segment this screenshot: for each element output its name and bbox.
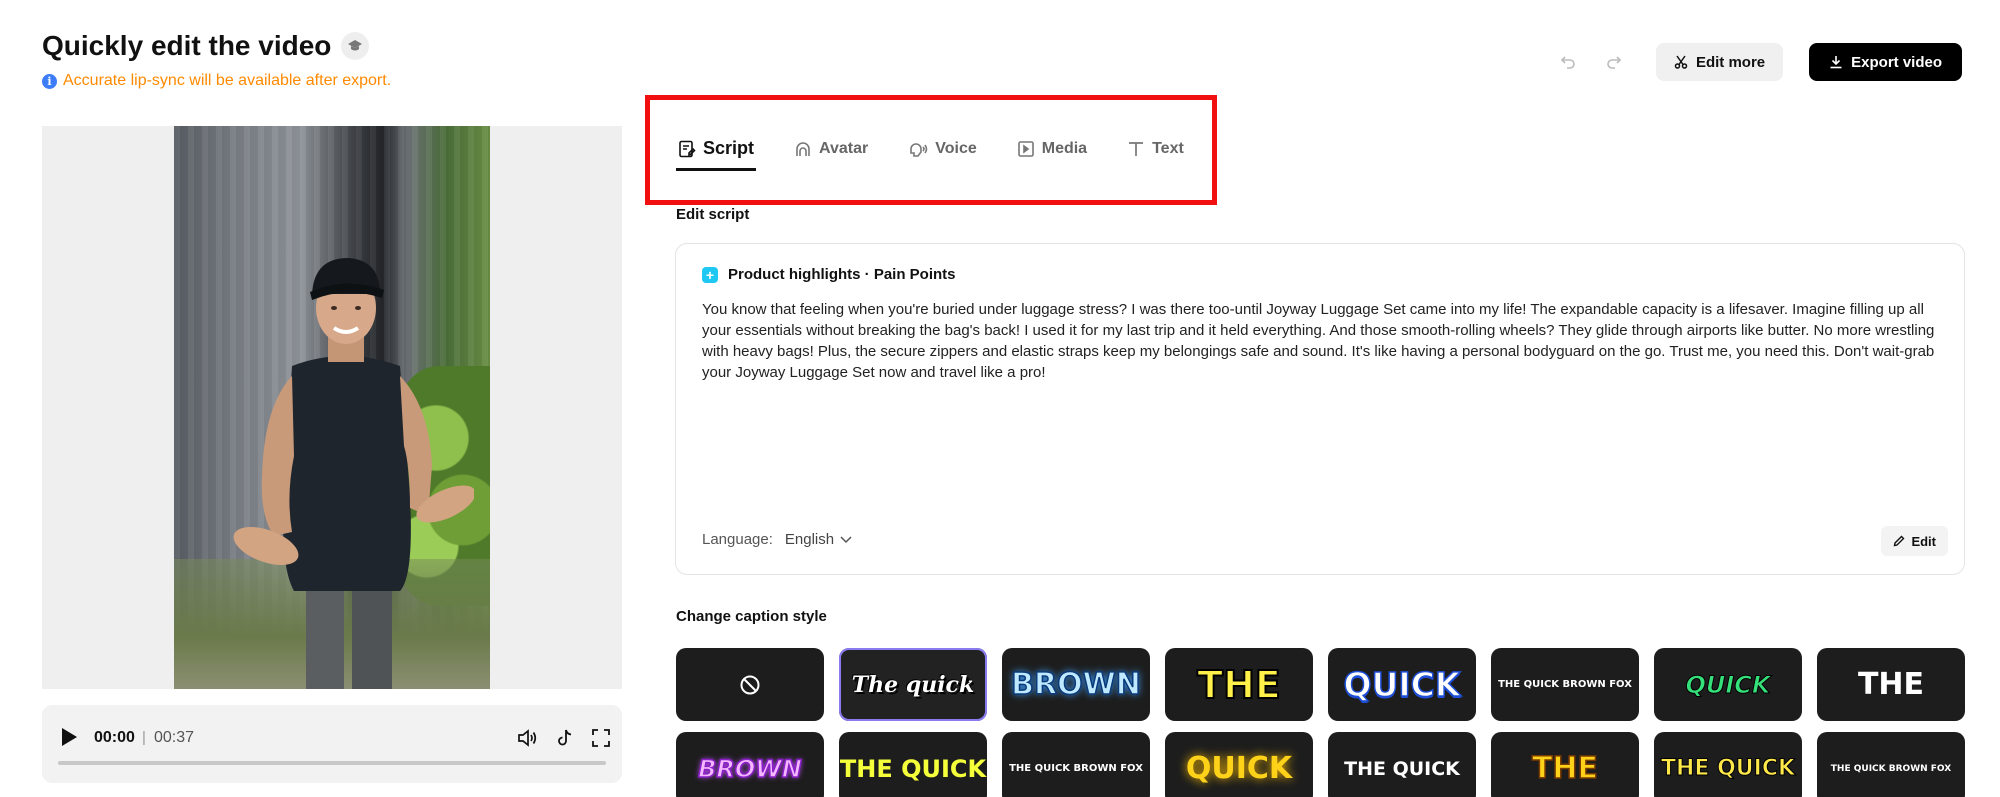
caption-sample: THE QUICK [1660,756,1796,782]
caption-sample: THE [1857,667,1925,702]
tutorial-hat-icon[interactable] [341,32,370,60]
caption-style-4[interactable]: QUICK [1328,648,1476,721]
text-icon [1129,141,1144,156]
tab-label: Avatar [819,139,869,157]
tab-media[interactable]: Media [1015,130,1089,171]
redo-icon[interactable] [1596,44,1632,80]
download-icon [1830,56,1842,69]
tab-avatar[interactable]: Avatar [792,130,870,171]
caption-style-grid: The quick BROWN THE QUICK THE QUICK BROW… [676,648,1966,797]
video-player-controls: 00:00 | 00:37 [42,705,622,783]
edit-more-button[interactable]: Edit more [1655,43,1784,81]
video-frame[interactable] [174,126,490,689]
caption-style-2[interactable]: BROWN [1002,648,1150,721]
play-icon[interactable] [60,727,80,749]
editor-tabs: Script Avatar Voice Media Text [676,130,1222,171]
caption-style-11[interactable]: QUICK [1165,732,1313,797]
edit-script-heading: Edit script [676,206,750,223]
script-icon [679,140,696,157]
media-icon [1017,140,1034,157]
caption-sample: QUICK [1185,751,1293,786]
caption-sample: BROWN [1010,666,1141,703]
caption-style-10[interactable]: THE QUICK BROWN FOX [1002,732,1150,797]
caption-style-3[interactable]: THE [1165,648,1313,721]
tab-label: Script [703,138,755,158]
caption-style-12[interactable]: THE QUICK [1328,732,1476,797]
caption-sample: THE QUICK BROWN FOX [1830,763,1952,774]
volume-icon[interactable] [514,725,540,751]
title-row: Quickly edit the video [42,30,370,62]
page-title: Quickly edit the video [42,30,332,61]
script-card-header: + Product highlights · Pain Points [702,266,956,283]
script-body-text[interactable]: You know that feeling when you're buried… [702,299,1938,383]
current-time: 00:00 [94,729,135,746]
caption-style-13[interactable]: THE [1491,732,1639,797]
script-card-title: Product highlights · Pain Points [728,266,956,283]
export-video-label: Export video [1851,53,1942,71]
caption-sample: The quick [851,671,975,698]
lip-sync-notice: i Accurate lip-sync will be available af… [42,72,391,90]
top-actions: Edit more Export video [1550,43,1962,81]
caption-style-7[interactable]: THE [1817,648,1965,721]
language-row: Language: English [702,531,852,548]
caption-style-9[interactable]: THE QUICK [839,732,987,797]
voice-icon [910,142,928,157]
tab-label: Media [1041,139,1088,157]
total-duration: 00:37 [154,729,195,746]
scissors-icon [1674,55,1688,69]
fullscreen-icon[interactable] [588,725,614,751]
caption-style-1[interactable]: The quick [839,648,987,721]
edit-more-label: Edit more [1695,53,1766,71]
pencil-icon [1894,535,1905,547]
caption-style-15[interactable]: THE QUICK BROWN FOX [1817,732,1965,797]
export-video-button[interactable]: Export video [1809,43,1962,81]
caption-sample: BROWN [697,754,802,784]
none-icon [740,675,760,694]
language-label: Language: [702,531,773,548]
caption-sample: QUICK [1343,664,1461,705]
ai-plus-icon: + [702,266,718,283]
undo-icon[interactable] [1550,44,1586,80]
language-select[interactable]: English [785,531,852,548]
time-separator: | [142,729,146,746]
caption-sample: THE QUICK [839,754,987,783]
language-value: English [784,531,835,548]
tab-voice[interactable]: Voice [906,130,979,171]
caption-style-8[interactable]: BROWN [676,732,824,797]
avatar-icon [796,141,810,156]
edit-label: Edit [1911,533,1936,549]
caption-style-none[interactable] [676,648,824,721]
caption-style-heading: Change caption style [676,608,827,625]
caption-style-6[interactable]: QUICK [1654,648,1802,721]
caption-sample: THE QUICK [1344,757,1460,780]
caption-style-14[interactable]: THE QUICK [1654,732,1802,797]
caption-sample: QUICK [1685,670,1771,699]
video-preview-panel [42,126,622,689]
caption-sample: THE QUICK BROWN FOX [1498,679,1632,690]
edit-script-button[interactable]: Edit [1881,526,1948,556]
avatar-person-image [233,258,474,689]
script-card: + Product highlights · Pain Points You k… [675,243,1965,575]
tab-text[interactable]: Text [1125,130,1186,171]
chevron-down-icon [840,535,852,543]
notice-text: Accurate lip-sync will be available afte… [63,72,392,89]
caption-sample: THE [1196,662,1282,708]
caption-sample: THE QUICK BROWN FOX [1009,763,1143,774]
caption-style-5[interactable]: THE QUICK BROWN FOX [1491,648,1639,721]
caption-sample: THE [1531,750,1599,787]
tiktok-icon[interactable] [552,725,578,751]
tab-script[interactable]: Script [676,130,757,171]
progress-bar[interactable] [58,761,606,765]
info-icon: i [42,73,57,89]
tab-label: Voice [935,139,977,157]
tab-label: Text [1152,139,1184,157]
